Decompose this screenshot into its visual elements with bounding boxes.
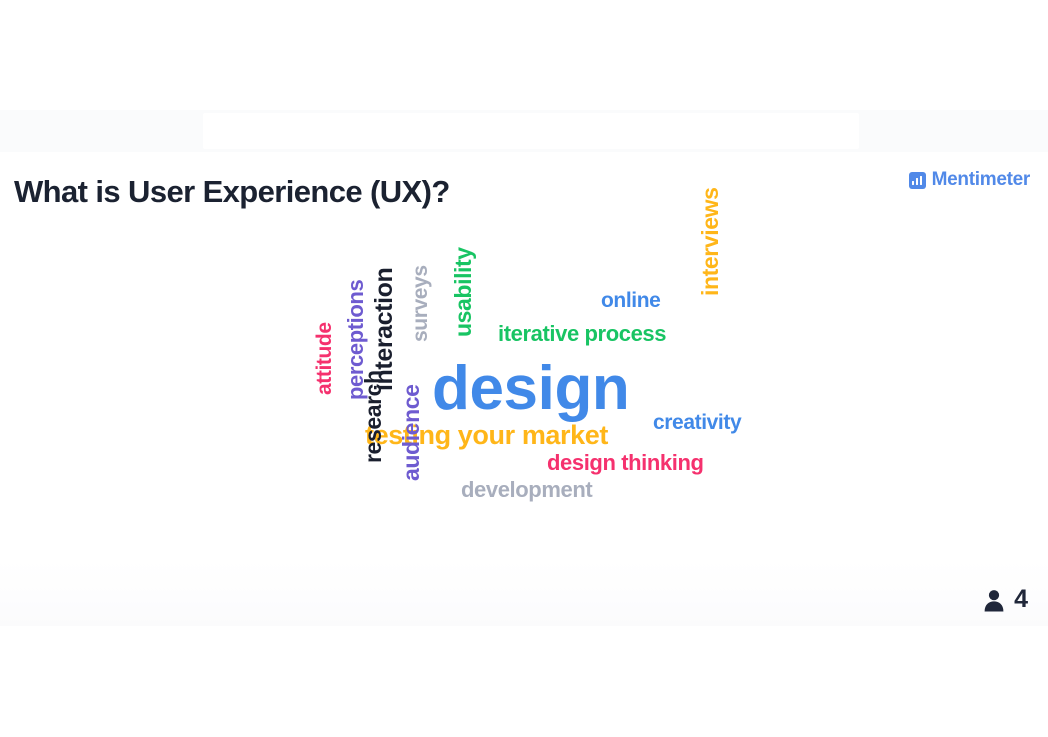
- word-cloud-item: attitude: [313, 322, 336, 395]
- word-cloud-item: iterative process: [498, 321, 667, 346]
- word-cloud: design testing your market iterative proce…: [0, 152, 1048, 626]
- person-icon: [984, 589, 1004, 611]
- word-cloud-item: audience: [398, 384, 424, 481]
- word-cloud-item: design: [432, 354, 630, 423]
- screen: What is User Experience (UX)? Mentimeter…: [0, 0, 1048, 737]
- participant-counter: 4: [983, 585, 1028, 614]
- participant-count: 4: [1014, 585, 1028, 613]
- word-cloud-item: creativity: [653, 411, 742, 434]
- word-cloud-item: interviews: [697, 187, 723, 297]
- browser-url-bar[interactable]: [203, 113, 859, 149]
- word-cloud-item: design thinking: [547, 450, 704, 475]
- presentation-slide: What is User Experience (UX)? Mentimeter…: [0, 152, 1048, 626]
- word-cloud-item: development: [461, 477, 593, 502]
- word-cloud-item: research: [360, 370, 386, 463]
- word-cloud-item: usability: [450, 247, 476, 337]
- word-cloud-item: surveys: [409, 265, 432, 342]
- word-cloud-item: online: [601, 289, 661, 312]
